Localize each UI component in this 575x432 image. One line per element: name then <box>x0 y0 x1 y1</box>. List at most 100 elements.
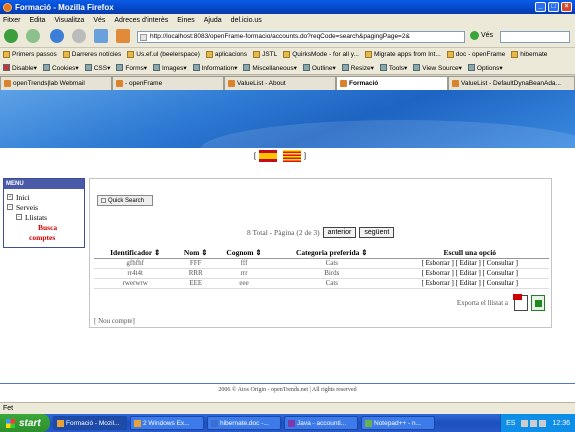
system-tray: ES 12:36 <box>500 414 575 432</box>
cell-nom: FFF <box>176 258 216 269</box>
menu-item-comptes[interactable]: comptes <box>4 232 84 242</box>
spanish-flag-icon[interactable] <box>258 150 277 162</box>
go-button[interactable]: Vés <box>470 31 493 40</box>
forward-icon[interactable] <box>26 29 40 43</box>
tab-icon <box>228 80 235 87</box>
language-indicator[interactable]: ES <box>506 420 515 427</box>
row-actions[interactable]: [ Esborrar ] [ Editar ] [ Consultar ] <box>390 278 549 289</box>
row-actions[interactable]: [ Esborrar ] [ Editar ] [ Consultar ] <box>390 268 549 279</box>
addon-icon[interactable] <box>116 29 130 43</box>
network-icon[interactable] <box>521 419 529 427</box>
language-selector: [ ] <box>254 150 306 162</box>
maximize-button[interactable]: □ <box>548 2 559 12</box>
column-header-cognom[interactable]: Cognom ⇕ <box>215 248 274 259</box>
navigation-toolbar: http://localhost:8083/openFrame-formacio… <box>0 26 575 48</box>
menu-fitxer[interactable]: Fitxer <box>3 17 21 24</box>
bookmark-item[interactable]: Us.ef.ul (beelerspace) <box>127 51 200 58</box>
bookmark-item[interactable]: QuirksMode - for all y... <box>283 51 359 58</box>
next-page-button[interactable]: següent <box>359 227 395 238</box>
dev-menu-item[interactable]: CSS▾ <box>84 64 110 72</box>
excel-export-icon[interactable] <box>531 295 545 311</box>
accounts-table: Identificador ⇕ Nom ⇕ Cognom ⇕ Categoria… <box>94 248 549 289</box>
bookmark-item[interactable]: JSTL <box>253 51 277 58</box>
dev-menu-item[interactable]: Miscellaneous▾ <box>243 64 297 72</box>
menu-eines[interactable]: Eines <box>177 17 195 24</box>
tab-webmail[interactable]: openTrends|lab Webmail <box>0 76 112 90</box>
dev-menu-item[interactable]: Disable▾ <box>3 64 37 72</box>
column-header-identificador[interactable]: Identificador ⇕ <box>94 248 177 259</box>
export-section: Exporta el llistat a <box>456 294 545 311</box>
notepad-icon <box>365 419 372 427</box>
search-input[interactable] <box>500 31 570 43</box>
bookmark-item[interactable]: Darreres notícies <box>62 51 121 58</box>
url-input[interactable]: http://localhost:8083/openFrame-formacio… <box>137 31 465 43</box>
bookmark-item[interactable]: aplicacions <box>205 51 247 58</box>
tab-valuelist-about[interactable]: ValueList - About <box>224 76 336 90</box>
dev-menu-item[interactable]: Resize▾ <box>341 64 374 72</box>
tab-valuelist-dynabean[interactable]: ValueList - DefaultDynaBeanAda... <box>448 76 575 90</box>
reload-icon[interactable] <box>50 29 64 43</box>
cell-cognom: fff <box>215 258 274 269</box>
bracket: [ <box>254 152 256 160</box>
dev-menu-item[interactable]: Information▾ <box>192 64 237 72</box>
dev-menu-item[interactable]: Options▾ <box>467 64 503 72</box>
menu-item-busca[interactable]: Busca <box>4 222 84 232</box>
minimize-button[interactable]: _ <box>535 2 546 12</box>
menu-item-serveis[interactable]: − Serveis <box>4 202 84 212</box>
close-button[interactable]: × <box>561 2 572 12</box>
bracket: ] <box>303 152 306 160</box>
menu-adreces[interactable]: Adreces d'interès <box>114 17 168 24</box>
footer-divider <box>0 383 575 384</box>
stop-icon[interactable] <box>72 29 86 43</box>
tab-openframe[interactable]: - openFrame <box>112 76 224 90</box>
security-icon[interactable] <box>539 419 547 427</box>
tab-icon <box>4 80 11 87</box>
page-icon <box>364 51 372 58</box>
menu-item-llistats[interactable]: − Llistats <box>4 212 84 222</box>
quick-search-button[interactable]: Quick Search <box>97 195 153 206</box>
bookmark-item[interactable]: doc - openFrame <box>446 51 505 58</box>
taskbar-item[interactable]: Java - accounti... <box>284 416 358 430</box>
bookmark-item[interactable]: hibernate <box>511 51 547 58</box>
menu-ves[interactable]: Vés <box>93 17 105 24</box>
menu-ajuda[interactable]: Ajuda <box>204 17 222 24</box>
taskbar-item[interactable]: 2 Windows Ex... <box>130 416 204 430</box>
new-account-link[interactable]: [ Nou compte] <box>94 317 135 325</box>
menu-edita[interactable]: Edita <box>30 17 46 24</box>
dev-menu-item[interactable]: Forms▾ <box>116 64 147 72</box>
dev-menu-item[interactable]: Tools▾ <box>379 64 407 72</box>
column-header-nom[interactable]: Nom ⇕ <box>176 248 216 259</box>
export-label: Exporta el llistat a <box>456 299 508 307</box>
tab-formacio[interactable]: Formació <box>336 76 448 90</box>
bookmark-item[interactable]: Primers passos <box>3 51 57 58</box>
pdf-export-icon[interactable] <box>513 294 528 311</box>
bookmark-item[interactable]: Migrate apps from Int... <box>364 51 441 58</box>
home-icon[interactable] <box>94 29 108 43</box>
column-header-categoria[interactable]: Categoria preferida ⇕ <box>273 248 391 259</box>
catalan-flag-icon[interactable] <box>282 150 301 162</box>
menu-delicious[interactable]: del.icio.us <box>231 17 262 24</box>
dev-menu-item[interactable]: Images▾ <box>153 64 187 72</box>
window-title: Formació - Mozilla Firefox <box>15 2 114 12</box>
taskbar-item[interactable]: Notepad++ - n... <box>361 416 435 430</box>
cookie-icon <box>42 64 50 71</box>
start-button[interactable]: start <box>0 414 50 432</box>
dev-menu-item[interactable]: Cookies▾ <box>42 64 79 72</box>
row-actions[interactable]: [ Esborrar ] [ Editar ] [ Consultar ] <box>390 258 549 269</box>
menu-visualitza[interactable]: Visualitza <box>54 17 84 24</box>
taskbar-item[interactable]: Formació - Mozil... <box>53 416 127 430</box>
dev-menu-item[interactable]: Outline▾ <box>302 64 336 72</box>
dev-menu-item[interactable]: View Source▾ <box>413 64 462 72</box>
back-icon[interactable] <box>4 29 18 43</box>
eclipse-icon <box>288 419 295 427</box>
css-icon <box>84 64 92 71</box>
volume-icon[interactable] <box>530 419 538 427</box>
tools-icon <box>379 64 387 71</box>
page-icon <box>283 51 291 58</box>
taskbar-item[interactable]: hibernate.doc -... <box>207 416 281 430</box>
previous-page-button[interactable]: anterior <box>322 227 357 238</box>
menu-item-inici[interactable]: + Inici <box>4 192 84 202</box>
cell-cognom: eee <box>215 278 274 289</box>
page-icon <box>140 34 147 41</box>
firefox-icon <box>57 419 64 427</box>
